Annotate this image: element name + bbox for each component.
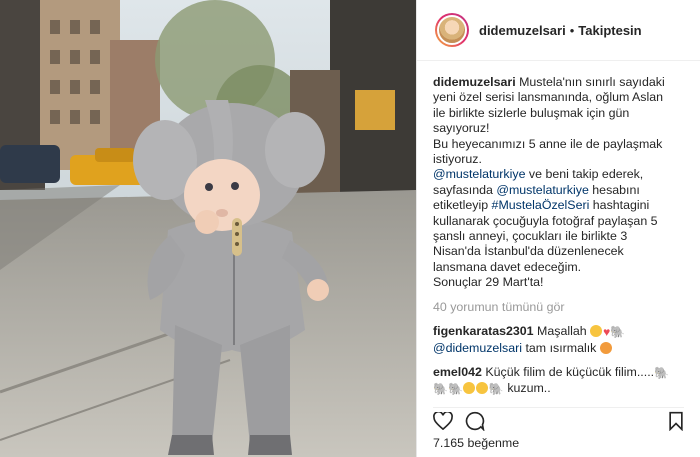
comment-text-2: kuzum.. [507,381,551,396]
comments-area: didemuzelsari Mustela'nın sınırlı sayıda… [417,61,700,398]
caption-text-3: sayfasında [433,182,497,197]
caption-text-5: etiketleyip [433,198,492,213]
mention-mustelaturkiye[interactable]: @mustelaturkiye [433,167,525,181]
view-all-comments-link[interactable]: 40 yorumun tümünü gör [433,300,684,315]
header-username[interactable]: didemuzelsari [479,23,566,38]
comment-text: Küçük filim de küçücük filim..... [485,364,655,379]
comment-icon[interactable] [465,411,485,431]
caption-line-8: şanslı anneyi, çocukları ile birlikte 3 [433,229,628,244]
smile-emoji-icon [590,325,603,338]
heart-emoji-icon: ♥ [603,325,611,340]
caption-line-2: yeni özel serisi lansmanında, oğlum Asla… [433,90,664,105]
post-sidebar: didemuzelsari • Takiptesin didemuzelsari… [416,0,700,457]
caption-text-6: hashtagini [589,198,650,213]
instagram-post: didemuzelsari • Takiptesin didemuzelsari… [0,0,700,457]
comment-item: emel042 Küçük filim de küçücük filim....… [433,365,684,398]
caption-line-1: Mustela'nın sınırlı sayıdaki [519,75,665,89]
caption-line-9: Nisan'da İstanbul'da düzenlenecek [433,244,624,259]
smile-emoji-icon [475,382,488,395]
heart-icon[interactable] [433,412,453,430]
comment-item: figenkaratas2301 Maşallah ♥🐘 @didemuzels… [433,324,684,356]
caption-line-6: istiyoruz. [433,152,482,167]
caption-line-3: ile birlikte sizlerle buluşmak için gün [433,105,630,120]
caption-line-5: Bu heyecanımızı 5 anne ile de paylaşmak [433,136,663,151]
avatar[interactable] [435,13,469,47]
heart-eyes-emoji-icon [599,341,612,354]
caption-line-10: lansmana davet edeceğim. [433,259,582,274]
like-count[interactable]: 7.165 beğenme [433,436,519,450]
mention-mustelaturkiye-2[interactable]: @mustelaturkiye [496,183,588,197]
caption-username[interactable]: didemuzelsari [433,75,516,89]
follow-status-button[interactable]: Takiptesin [578,23,641,38]
caption-text-2: ve beni takip ederek, [525,167,644,182]
elephant-emoji-icon: 🐘 [447,382,463,397]
post-photo[interactable] [0,0,416,457]
caption-line-7: kullanarak çocuğuyla fotoğraf paylaşan 5 [433,213,658,228]
caption-line-11: Sonuçlar 29 Mart'ta! [433,275,544,290]
comment-mention[interactable]: @didemuzelsari [433,341,522,355]
elephant-emoji-icon: 🐘 [433,382,448,397]
caption-text-4: hesabını [588,182,640,197]
smile-emoji-icon [462,382,475,395]
comment-username[interactable]: emel042 [433,365,482,379]
photo-baby-elephant-costume [0,0,416,457]
header-separator: • [569,22,575,38]
bookmark-icon[interactable] [668,411,684,431]
elephant-emoji-icon: 🐘 [654,365,670,380]
post-header: didemuzelsari • Takiptesin [417,0,700,61]
elephant-emoji-icon: 🐘 [488,382,504,397]
comment-username[interactable]: figenkaratas2301 [433,324,534,338]
comment-text: Maşallah [537,324,587,339]
caption: didemuzelsari Mustela'nın sınırlı sayıda… [433,75,684,291]
comment-reply-text: tam ısırmalık [522,340,597,355]
elephant-emoji-icon: 🐘 [610,325,626,340]
action-bar [433,407,684,432]
hashtag-link[interactable]: #MustelaÖzelSeri [492,198,590,212]
caption-line-4: sayıyoruz! [433,121,490,136]
